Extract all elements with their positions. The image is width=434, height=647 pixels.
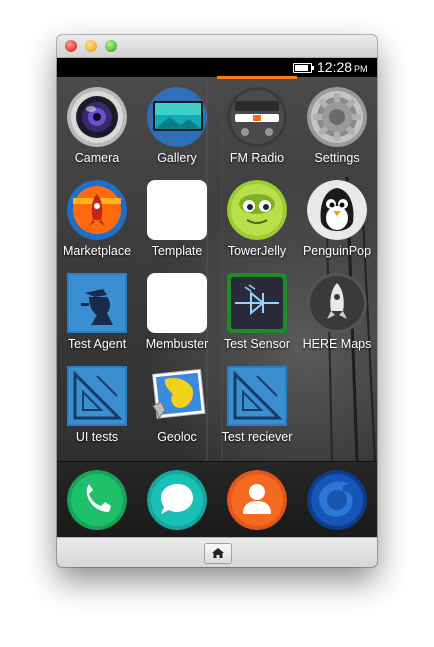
app-label: Test Agent [67,337,127,351]
battery-icon [293,63,312,73]
app-here-maps[interactable]: HERE Maps [297,270,377,363]
geoloc-map-icon [147,366,207,426]
app-label: Template [151,244,203,258]
contacts-icon[interactable] [227,470,287,530]
window-titlebar [57,35,377,58]
app-test-agent[interactable]: Test Agent [57,270,137,363]
app-label: FM Radio [229,151,285,165]
sherlock-silhouette-icon [67,273,127,333]
app-label: UI tests [75,430,119,444]
app-label: Geoloc [157,430,197,444]
app-label: Test Sensor [223,337,290,351]
clock-ampm: PM [354,64,368,74]
app-template[interactable]: Template [137,177,217,270]
set-square-icon [227,366,287,426]
sensor-circuit-icon [227,273,287,333]
app-ui-tests[interactable]: UI tests [57,363,137,456]
penguin-icon [307,180,367,240]
app-label: Membuster [145,337,209,351]
app-test-reciever[interactable]: Test reciever [217,363,297,456]
firefox-browser-icon[interactable] [307,470,367,530]
messages-icon[interactable] [147,470,207,530]
phone-icon[interactable] [67,470,127,530]
homescreen[interactable]: Camera Gallery FM Radio Settings Marketp… [57,77,377,461]
zoom-window-button[interactable] [105,40,117,52]
app-membuster[interactable]: Membuster [137,270,217,363]
camera-icon [67,87,127,147]
simulator-window: 12:28 PM Camera Gallery FM Radio Setting… [57,35,377,567]
status-clock: 12:28 PM [317,58,368,77]
marketplace-rocket-icon [67,180,127,240]
app-geoloc[interactable]: Geoloc [137,363,217,456]
dock [57,461,377,538]
clock-time: 12:28 [317,59,353,75]
home-icon [212,548,224,558]
minimize-window-button[interactable] [85,40,97,52]
page-indicator [217,76,297,79]
app-settings[interactable]: Settings [297,84,377,177]
app-penguinpop[interactable]: PenguinPop [297,177,377,270]
app-marketplace[interactable]: Marketplace [57,177,137,270]
app-label: Camera [74,151,120,165]
app-camera[interactable]: Camera [57,84,137,177]
app-label: TowerJelly [227,244,287,258]
status-bar: 12:28 PM [57,58,377,77]
app-label: Gallery [157,151,197,165]
app-label: Test reciever [221,430,293,444]
radio-icon [227,87,287,147]
app-label: Settings [314,151,360,165]
app-gallery[interactable]: Gallery [137,84,217,177]
home-button[interactable] [204,543,232,564]
navigation-bar [57,537,377,567]
gallery-icon [147,87,207,147]
towerjelly-icon [227,180,287,240]
set-square-icon [67,366,127,426]
app-label: PenguinPop [302,244,372,258]
app-test-sensor[interactable]: Test Sensor [217,270,297,363]
here-maps-icon [307,273,367,333]
gear-icon [307,87,367,147]
blank-app-icon [147,180,207,240]
app-fm-radio[interactable]: FM Radio [217,84,297,177]
app-label: Marketplace [62,244,132,258]
blank-app-icon [147,273,207,333]
app-towerjelly[interactable]: TowerJelly [217,177,297,270]
app-label: HERE Maps [302,337,372,351]
close-window-button[interactable] [65,40,77,52]
